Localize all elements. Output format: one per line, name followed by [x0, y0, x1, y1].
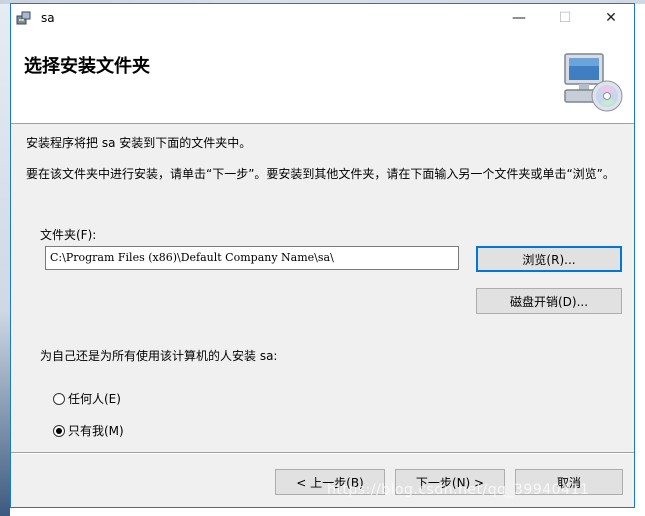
- installer-window: sa — ☐ ✕ 选择安装文件夹 安装程序将把 sa 安装到下面的文件夹中。 要…: [10, 3, 635, 508]
- installer-box-icon: [16, 11, 31, 25]
- minimize-button[interactable]: —: [496, 4, 542, 32]
- radio-label-everyone: 任何人(E): [68, 392, 121, 406]
- background-desktop-left: [0, 4, 10, 516]
- instructions-text: 要在该文件夹中进行安装，请单击“下一步”。要安装到其他文件夹，请在下面输入另一个…: [26, 167, 615, 181]
- browse-button[interactable]: 浏览(R)...: [476, 246, 622, 272]
- close-button[interactable]: ✕: [588, 4, 634, 32]
- maximize-button[interactable]: ☐: [542, 4, 588, 32]
- radio-just-me[interactable]: 只有我(M): [53, 422, 124, 439]
- title-bar[interactable]: sa — ☐ ✕: [11, 4, 634, 32]
- radio-button-selected[interactable]: [53, 424, 65, 437]
- folder-label: 文件夹(F):: [40, 228, 97, 242]
- radio-button[interactable]: [53, 392, 65, 405]
- page-title: 选择安装文件夹: [24, 56, 150, 77]
- window-title: sa: [41, 11, 55, 25]
- radio-everyone[interactable]: 任何人(E): [53, 390, 121, 407]
- computer-cd-icon: [564, 53, 623, 112]
- watermark: https://blog.csdn.net/qq_39940411: [327, 482, 590, 498]
- disk-cost-button[interactable]: 磁盘开销(D)...: [476, 288, 622, 314]
- footer-divider: [11, 452, 634, 454]
- install-for-label: 为自己还是为所有使用该计算机的人安装 sa:: [40, 349, 278, 363]
- dialog-header: 选择安装文件夹: [11, 32, 634, 124]
- folder-path-input[interactable]: C:\Program Files (x86)\Default Company N…: [45, 246, 459, 270]
- intro-text: 安装程序将把 sa 安装到下面的文件夹中。: [26, 136, 252, 150]
- radio-label-just-me: 只有我(M): [68, 424, 124, 438]
